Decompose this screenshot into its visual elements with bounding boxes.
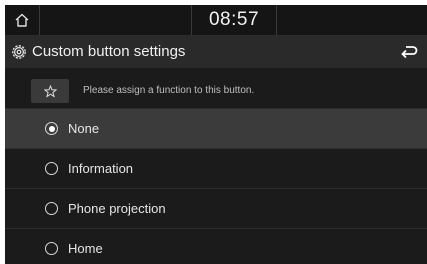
option-label: Phone projection	[68, 201, 166, 216]
option-label: Information	[68, 161, 134, 176]
home-icon	[15, 13, 29, 27]
title-bar: Custom button settings	[5, 36, 427, 68]
info-row: Please assign a function to this button.	[5, 68, 427, 109]
star-icon	[43, 84, 57, 98]
option-label: None	[68, 121, 100, 136]
custom-button-indicator	[31, 79, 69, 103]
back-button[interactable]	[391, 36, 427, 68]
radio-selected-icon	[45, 122, 58, 135]
option-none[interactable]: None	[5, 109, 427, 149]
info-text: Please assign a function to this button.	[83, 85, 255, 96]
gear-icon	[12, 45, 26, 59]
status-bar: 08:57	[5, 5, 427, 36]
radio-icon	[45, 162, 58, 175]
option-information[interactable]: Information	[5, 149, 427, 189]
screen: 08:57 Custom button settings Please assi…	[5, 5, 427, 264]
option-label: Home	[68, 241, 103, 256]
option-phone-projection[interactable]: Phone projection	[5, 189, 427, 229]
option-home[interactable]: Home	[5, 229, 427, 264]
home-button[interactable]	[5, 5, 40, 35]
clock: 08:57	[191, 5, 277, 35]
back-arrow-icon	[401, 46, 418, 59]
radio-icon	[45, 202, 58, 215]
page-title: Custom button settings	[32, 43, 186, 60]
radio-icon	[45, 242, 58, 255]
